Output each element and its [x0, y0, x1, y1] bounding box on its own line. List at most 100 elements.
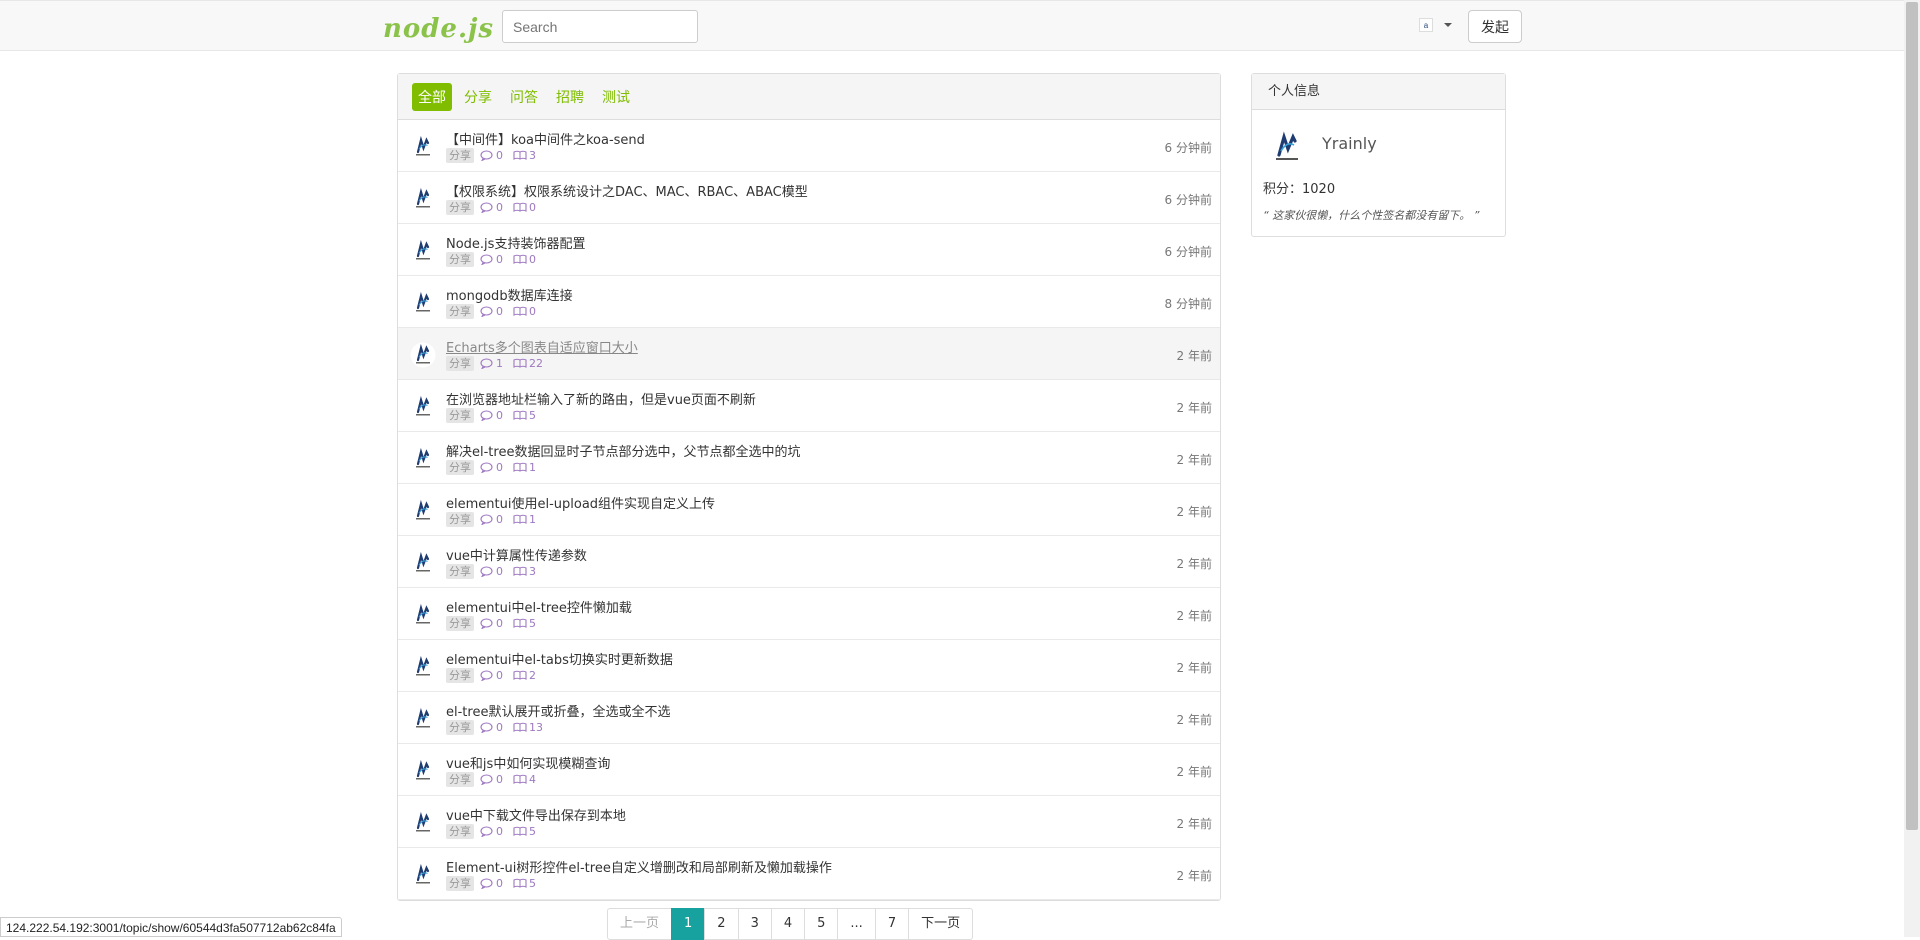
view-count: 4 [529, 773, 536, 786]
topic-row[interactable]: elementui中el-tabs切换实时更新数据 分享 0 2 2 年前 [398, 640, 1220, 692]
reply-count: 0 [496, 721, 503, 734]
view-count-icon [513, 774, 527, 786]
next-page-button[interactable]: 下一页 [908, 908, 974, 940]
topic-tabs: 全部 分享 问答 招聘 测试 [398, 74, 1220, 120]
tab-2[interactable]: 问答 [504, 83, 544, 111]
view-count: 0 [529, 253, 536, 266]
topic-title-link[interactable]: Echarts多个图表自适应窗口大小 [446, 337, 638, 356]
scrollbar-thumb[interactable] [1906, 2, 1918, 830]
topic-title-link[interactable]: 【权限系统】权限系统设计之DAC、MAC、RBAC、ABAC模型 [446, 181, 808, 200]
topic-title-link[interactable]: elementui使用el-upload组件实现自定义上传 [446, 493, 715, 512]
topic-row[interactable]: Echarts多个图表自适应窗口大小 分享 1 22 2 年前 [398, 328, 1220, 380]
topic-tag: 分享 [446, 356, 474, 371]
author-avatar[interactable] [408, 860, 438, 890]
topic-title-link[interactable]: mongodb数据库连接 [446, 285, 573, 304]
topic-title-link[interactable]: vue中下载文件导出保存到本地 [446, 805, 626, 824]
page-scrollbar[interactable] [1904, 0, 1920, 937]
reply-count: 0 [496, 565, 503, 578]
topic-title-link[interactable]: Node.js支持装饰器配置 [446, 233, 585, 252]
topic-row[interactable]: elementui使用el-upload组件实现自定义上传 分享 0 1 2 年前 [398, 484, 1220, 536]
page-number-4[interactable]: 4 [770, 908, 806, 940]
reply-count-icon [480, 201, 494, 214]
author-avatar[interactable] [408, 184, 438, 214]
view-count-icon [513, 202, 527, 214]
topic-row[interactable]: el-tree默认展开或折叠，全选或全不选 分享 0 13 2 年前 [398, 692, 1220, 744]
view-count-icon [513, 306, 527, 318]
reply-count: 0 [496, 305, 503, 318]
topic-title-link[interactable]: elementui中el-tree控件懒加载 [446, 597, 632, 616]
author-avatar[interactable] [408, 496, 438, 526]
topic-row[interactable]: 在浏览器地址栏输入了新的路由，但是vue页面不刷新 分享 0 5 2 年前 [398, 380, 1220, 432]
topic-time: 2 年前 [1176, 609, 1212, 623]
topic-title-link[interactable]: elementui中el-tabs切换实时更新数据 [446, 649, 673, 668]
topic-title-link[interactable]: Element-ui树形控件el-tree自定义增删改和局部刷新及懒加载操作 [446, 857, 832, 876]
prev-page-button[interactable]: 上一页 [607, 908, 673, 940]
topic-title-link[interactable]: 在浏览器地址栏输入了新的路由，但是vue页面不刷新 [446, 389, 756, 408]
page-number-2[interactable]: 2 [704, 908, 739, 940]
author-avatar[interactable] [408, 548, 438, 578]
tab-1[interactable]: 分享 [458, 83, 498, 111]
page-number-6[interactable]: ... [837, 908, 876, 940]
user-menu-dropdown[interactable]: a [1418, 17, 1452, 33]
reply-count: 0 [496, 877, 503, 890]
page-number-7[interactable]: 7 [874, 908, 910, 940]
topic-row[interactable]: elementui中el-tree控件懒加载 分享 0 5 2 年前 [398, 588, 1220, 640]
new-post-button[interactable]: 发起 [1468, 10, 1522, 43]
reply-count: 0 [496, 513, 503, 526]
topic-title-link[interactable]: vue和js中如何实现模糊查询 [446, 753, 610, 772]
view-count: 0 [529, 305, 536, 318]
tab-0[interactable]: 全部 [412, 82, 452, 111]
author-avatar[interactable] [408, 340, 438, 370]
profile-username[interactable]: Yrainly [1322, 134, 1377, 153]
author-avatar[interactable] [408, 444, 438, 474]
topic-row[interactable]: Node.js支持装饰器配置 分享 0 0 6 分钟前 [398, 224, 1220, 276]
author-avatar[interactable] [408, 132, 438, 162]
site-logo[interactable]: node.js [383, 14, 494, 44]
topic-row[interactable]: vue中下载文件导出保存到本地 分享 0 5 2 年前 [398, 796, 1220, 848]
author-avatar[interactable] [408, 704, 438, 734]
author-avatar[interactable] [408, 236, 438, 266]
link-status-bar: 124.222.54.192:3001/topic/show/60544d3fa… [0, 917, 342, 937]
topic-row[interactable]: 解决el-tree数据回显时子节点部分选中，父节点都全选中的坑 分享 0 1 2 年前 [398, 432, 1220, 484]
author-avatar[interactable] [408, 756, 438, 786]
author-avatar[interactable] [408, 392, 438, 422]
topic-title-link[interactable]: 解决el-tree数据回显时子节点部分选中，父节点都全选中的坑 [446, 441, 800, 460]
author-avatar[interactable] [408, 652, 438, 682]
reply-count: 1 [496, 357, 503, 370]
topic-meta: 分享 0 5 [446, 408, 546, 423]
tab-4[interactable]: 测试 [596, 83, 636, 111]
view-count: 5 [529, 409, 536, 422]
topic-title-link[interactable]: el-tree默认展开或折叠，全选或全不选 [446, 701, 670, 720]
profile-avatar[interactable] [1263, 123, 1311, 171]
topic-tag: 分享 [446, 512, 474, 527]
page-number-1[interactable]: 1 [671, 908, 706, 940]
topic-meta: 分享 0 5 [446, 876, 546, 891]
view-count-icon [513, 566, 527, 578]
search-input[interactable] [502, 10, 698, 43]
topic-time: 2 年前 [1176, 661, 1212, 675]
reply-count-icon [480, 409, 494, 422]
topic-row[interactable]: vue中计算属性传递参数 分享 0 3 2 年前 [398, 536, 1220, 588]
topic-row[interactable]: Element-ui树形控件el-tree自定义增删改和局部刷新及懒加载操作 分享… [398, 848, 1220, 900]
reply-count-icon [480, 617, 494, 630]
user-avatar-icon: a [1418, 17, 1434, 33]
topic-row[interactable]: 【中间件】koa中间件之koa-send 分享 0 3 6 分钟前 [398, 120, 1220, 172]
reply-count-icon [480, 721, 494, 734]
topic-row[interactable]: vue和js中如何实现模糊查询 分享 0 4 2 年前 [398, 744, 1220, 796]
tab-3[interactable]: 招聘 [550, 83, 590, 111]
topic-list-panel: 全部 分享 问答 招聘 测试 【中间件】koa中间件之koa-send 分享 0 3 6 分钟前… [397, 73, 1221, 901]
author-avatar[interactable] [408, 288, 438, 318]
topic-tag: 分享 [446, 616, 474, 631]
page-number-5[interactable]: 5 [804, 908, 839, 940]
topic-meta: 分享 0 3 [446, 564, 546, 579]
page-number-3[interactable]: 3 [737, 908, 772, 940]
topic-time: 2 年前 [1176, 869, 1212, 883]
topic-title-link[interactable]: 【中间件】koa中间件之koa-send [446, 129, 645, 148]
author-avatar[interactable] [408, 600, 438, 630]
topic-row[interactable]: mongodb数据库连接 分享 0 0 8 分钟前 [398, 276, 1220, 328]
profile-signature: “ 这家伙很懒，什么个性签名都没有留下。 ” [1263, 209, 1480, 222]
topic-list: 【中间件】koa中间件之koa-send 分享 0 3 6 分钟前 【权限系统】权限系统设… [398, 120, 1220, 900]
author-avatar[interactable] [408, 808, 438, 838]
topic-title-link[interactable]: vue中计算属性传递参数 [446, 545, 587, 564]
topic-row[interactable]: 【权限系统】权限系统设计之DAC、MAC、RBAC、ABAC模型 分享 0 0 6 分钟… [398, 172, 1220, 224]
